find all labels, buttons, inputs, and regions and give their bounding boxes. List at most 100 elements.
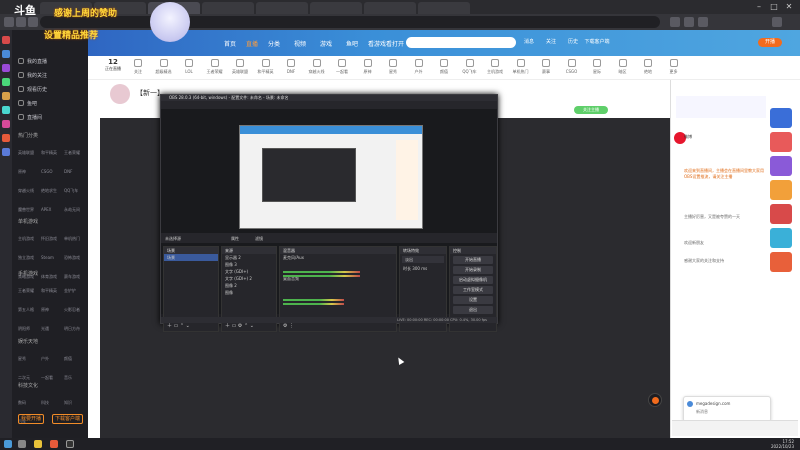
category-item[interactable]: 星际: [587, 59, 607, 75]
sidebar-category-item[interactable]: 王者荣耀: [64, 149, 87, 157]
category-item[interactable]: DNF: [281, 59, 301, 74]
back-icon[interactable]: [4, 17, 14, 27]
gift-icon[interactable]: [770, 156, 792, 176]
nav-category[interactable]: 分类: [268, 39, 280, 48]
nav-yuba[interactable]: 鱼吧: [346, 39, 358, 48]
sidebar-category-item[interactable]: 第五人格: [18, 306, 41, 314]
gift-icon[interactable]: [770, 204, 792, 224]
start-recording-button[interactable]: 开始录制: [453, 266, 493, 274]
source-item[interactable]: 图像: [222, 289, 276, 296]
category-item[interactable]: 颜值: [434, 59, 454, 75]
properties-button[interactable]: 属性: [231, 236, 239, 242]
app-icon[interactable]: [2, 148, 10, 156]
sidebar-category-item[interactable]: 王者荣耀: [18, 287, 41, 295]
category-item[interactable]: 和平精英: [256, 59, 276, 75]
browser-tab[interactable]: [202, 2, 254, 14]
source-item[interactable]: 图像 2: [222, 282, 276, 289]
sidebar-category-item[interactable]: 金铲铲: [64, 287, 87, 295]
sidebar-item-live[interactable]: 我的直播: [18, 56, 47, 66]
folder-icon[interactable]: [34, 440, 42, 448]
sidebar-category-item[interactable]: CSGO: [41, 168, 64, 176]
bookmark-icon[interactable]: [684, 17, 694, 27]
sidebar-category-item[interactable]: 一起看: [41, 374, 64, 382]
nav-games[interactable]: 游戏: [320, 39, 332, 48]
app-icon[interactable]: [2, 64, 10, 72]
filters-button[interactable]: 滤镜: [255, 236, 263, 242]
category-item[interactable]: 原神: [358, 59, 378, 75]
app-icon[interactable]: [2, 50, 10, 58]
sidebar-category-item[interactable]: 永劫无间: [64, 206, 87, 214]
category-item[interactable]: 赛事: [536, 59, 556, 75]
sidebar-category-item[interactable]: 颜值: [64, 355, 87, 363]
sidebar-item-history[interactable]: 观看历史: [18, 84, 47, 94]
source-item[interactable]: 文字 (GDI+): [222, 268, 276, 275]
gift-icon[interactable]: [770, 252, 792, 272]
category-item[interactable]: 王者荣耀: [205, 59, 225, 75]
address-bar[interactable]: [40, 16, 660, 28]
virtual-camera-button[interactable]: 启动虚拟摄像机: [453, 276, 493, 284]
follow-button[interactable]: 关注主播: [574, 106, 608, 114]
category-item[interactable]: 主机游戏: [485, 59, 505, 75]
follow-icon[interactable]: 关注: [540, 38, 562, 45]
browser-tab[interactable]: [364, 2, 416, 14]
app-icon[interactable]: [2, 106, 10, 114]
app-icon[interactable]: [2, 36, 10, 44]
sidebar-category-item[interactable]: 魔兽世界: [18, 206, 41, 214]
search-input[interactable]: [406, 37, 516, 48]
sidebar-category-item[interactable]: Steam: [41, 254, 64, 262]
scene-item[interactable]: 场景: [164, 254, 218, 261]
sidebar-category-item[interactable]: 原神: [41, 306, 64, 314]
sidebar-category-item[interactable]: 户外: [41, 355, 64, 363]
obs-preview[interactable]: 未选择源 属性 滤镜 场景 场景 ＋ ▭ ⌃ ⌄ 来源 显示器 2 图像 3 文…: [161, 109, 497, 332]
category-item[interactable]: CSGO: [562, 59, 582, 74]
search-icon[interactable]: [18, 440, 26, 448]
sidebar-category-item[interactable]: 怀旧游戏: [41, 235, 64, 243]
app-icon[interactable]: [2, 134, 10, 142]
app-icon[interactable]: [2, 120, 10, 128]
category-item[interactable]: 英雄联盟: [230, 59, 250, 75]
browser-tab[interactable]: [256, 2, 308, 14]
sidebar-category-item[interactable]: 独立游戏: [18, 254, 41, 262]
obs-icon[interactable]: [66, 440, 74, 448]
settings-button[interactable]: 设置: [453, 296, 493, 304]
sidebar-category-item[interactable]: 绝地求生: [41, 187, 64, 195]
sidebar-item-room[interactable]: 直播间: [18, 112, 42, 122]
close-button[interactable]: ✕: [784, 2, 794, 12]
category-item[interactable]: 更多: [664, 59, 684, 75]
streamer-avatar[interactable]: [110, 84, 130, 104]
app-icon[interactable]: [2, 78, 10, 86]
nav-video[interactable]: 视频: [294, 39, 306, 48]
gift-icon[interactable]: [770, 228, 792, 248]
message-icon[interactable]: 消息: [518, 38, 540, 45]
transition-duration[interactable]: 时长 300 ms: [400, 265, 446, 272]
douyu-logo[interactable]: 斗鱼: [14, 2, 36, 18]
sidebar-category-item[interactable]: QQ飞车: [64, 187, 87, 195]
browser-icon[interactable]: [50, 440, 58, 448]
gift-icon[interactable]: [770, 132, 792, 152]
sidebar-category-item[interactable]: 恐怖游戏: [64, 254, 87, 262]
sidebar-category-item[interactable]: 主机游戏: [18, 235, 41, 243]
category-item[interactable]: LOL: [179, 59, 199, 74]
nav-home[interactable]: 首页: [224, 39, 236, 48]
transition-select[interactable]: 淡出: [402, 256, 444, 263]
browser-tab[interactable]: [310, 2, 362, 14]
sidebar-category-item[interactable]: 明日方舟: [64, 325, 87, 333]
gift-icon[interactable]: [770, 180, 792, 200]
sidebar-category-item[interactable]: DNF: [64, 168, 87, 176]
add-scene-icon[interactable]: ＋ ▭ ⌃ ⌄: [167, 322, 190, 329]
refresh-icon[interactable]: [28, 17, 38, 27]
chat-input[interactable]: [672, 420, 798, 436]
mixer-settings-icon[interactable]: ⚙ ⋮: [283, 323, 294, 329]
download-client-button[interactable]: 下载客户端: [52, 414, 84, 424]
source-item[interactable]: 文字 (GDI+) 2: [222, 275, 276, 282]
sidebar-category-item[interactable]: 星秀: [18, 355, 41, 363]
sidebar-category-item[interactable]: 单机热门: [64, 235, 87, 243]
sidebar-category-item[interactable]: 火影忍者: [64, 306, 87, 314]
minimize-button[interactable]: –: [754, 2, 764, 12]
category-item[interactable]: QQ飞车: [460, 59, 480, 75]
sidebar-category-item[interactable]: 科技: [41, 399, 64, 407]
nav-live[interactable]: 直播: [246, 39, 258, 48]
history-icon[interactable]: 历史: [562, 38, 584, 45]
sidebar-category-item[interactable]: 英雄联盟: [18, 149, 41, 157]
forward-icon[interactable]: [16, 17, 26, 27]
